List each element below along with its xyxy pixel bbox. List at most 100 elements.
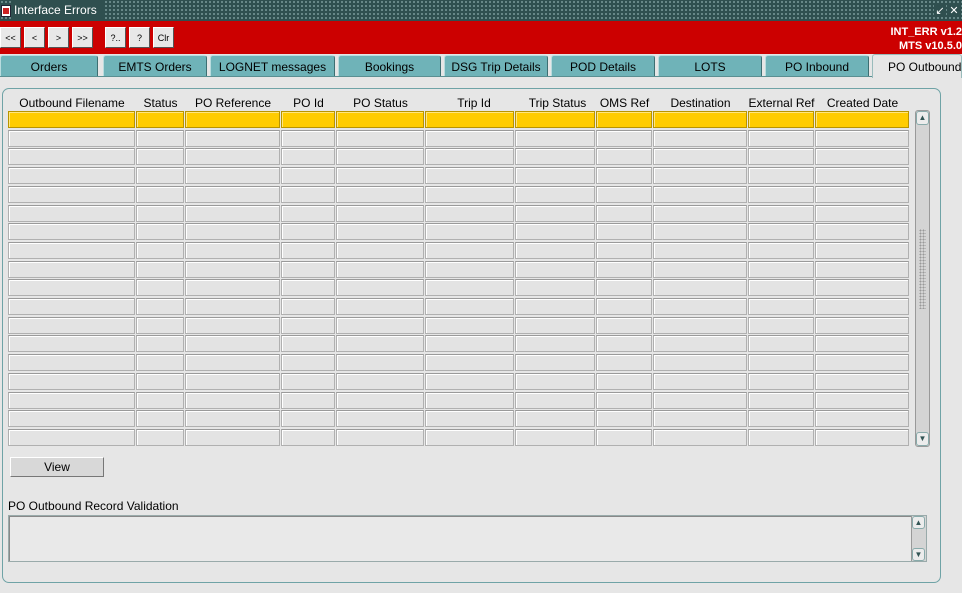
table-cell[interactable] [8,298,135,315]
validation-scroll-up-icon[interactable]: ▲ [912,516,925,529]
table-cell[interactable] [515,279,595,296]
first-record-button[interactable]: << [0,27,21,48]
table-cell[interactable] [281,205,335,222]
table-cell[interactable] [281,279,335,296]
table-cell[interactable] [136,335,184,352]
table-cell[interactable] [515,429,595,446]
table-cell[interactable] [281,130,335,147]
table-cell[interactable] [653,373,747,390]
table-cell[interactable] [596,242,652,259]
table-cell[interactable] [425,335,514,352]
table-cell[interactable] [596,167,652,184]
table-cell[interactable] [136,298,184,315]
table-cell[interactable] [815,167,909,184]
table-cell[interactable] [815,111,909,128]
table-cell[interactable] [425,167,514,184]
table-cell[interactable] [815,392,909,409]
table-cell[interactable] [185,242,280,259]
table-cell[interactable] [748,111,814,128]
table-cell[interactable] [815,298,909,315]
table-cell[interactable] [136,279,184,296]
table-cell[interactable] [8,205,135,222]
table-cell[interactable] [748,429,814,446]
table-cell[interactable] [136,167,184,184]
table-cell[interactable] [596,373,652,390]
table-cell[interactable] [185,354,280,371]
table-cell[interactable] [136,354,184,371]
table-cell[interactable] [185,223,280,240]
table-cell[interactable] [336,373,424,390]
table-cell[interactable] [185,298,280,315]
table-cell[interactable] [748,317,814,334]
table-cell[interactable] [185,111,280,128]
close-icon[interactable]: ✕ [948,4,960,17]
previous-record-button[interactable]: < [24,27,45,48]
table-cell[interactable] [8,354,135,371]
table-cell[interactable] [8,242,135,259]
tab-dsg-trip-details[interactable]: DSG Trip Details [444,55,548,77]
table-cell[interactable] [336,298,424,315]
table-cell[interactable] [596,279,652,296]
table-cell[interactable] [748,186,814,203]
table-cell[interactable] [281,373,335,390]
table-cell[interactable] [653,223,747,240]
table-cell[interactable] [515,317,595,334]
table-cell[interactable] [596,429,652,446]
table-cell[interactable] [281,148,335,165]
table-cell[interactable] [281,317,335,334]
table-cell[interactable] [185,317,280,334]
table-cell[interactable] [653,242,747,259]
table-cell[interactable] [815,186,909,203]
scroll-up-icon[interactable]: ▲ [916,111,929,125]
table-cell[interactable] [281,335,335,352]
table-cell[interactable] [653,205,747,222]
table-cell[interactable] [8,186,135,203]
table-cell[interactable] [596,354,652,371]
table-cell[interactable] [336,429,424,446]
tab-lots[interactable]: LOTS [658,55,762,77]
table-cell[interactable] [596,392,652,409]
table-cell[interactable] [748,354,814,371]
table-cell[interactable] [815,205,909,222]
table-cell[interactable] [425,429,514,446]
table-cell[interactable] [336,148,424,165]
table-cell[interactable] [185,429,280,446]
table-cell[interactable] [515,130,595,147]
validation-text-area[interactable] [8,515,927,562]
table-cell[interactable] [8,148,135,165]
table-cell[interactable] [336,130,424,147]
table-cell[interactable] [336,223,424,240]
table-cell[interactable] [185,148,280,165]
grid-scrollbar[interactable]: ▲ ▼ [915,110,930,447]
enter-query-button[interactable]: ?.. [105,27,126,48]
table-cell[interactable] [815,354,909,371]
scrollbar-thumb-grip[interactable] [919,229,926,309]
table-cell[interactable] [281,167,335,184]
table-cell[interactable] [336,392,424,409]
table-cell[interactable] [653,392,747,409]
table-cell[interactable] [425,223,514,240]
tab-orders[interactable]: Orders [0,55,98,77]
table-cell[interactable] [515,298,595,315]
table-cell[interactable] [515,148,595,165]
table-cell[interactable] [136,429,184,446]
table-cell[interactable] [281,354,335,371]
table-cell[interactable] [8,261,135,278]
tab-po-outbound[interactable]: PO Outbound [872,54,962,78]
table-cell[interactable] [8,130,135,147]
table-cell[interactable] [425,373,514,390]
table-cell[interactable] [653,167,747,184]
table-cell[interactable] [515,392,595,409]
table-cell[interactable] [425,111,514,128]
execute-query-button[interactable]: ? [129,27,150,48]
table-cell[interactable] [653,317,747,334]
table-cell[interactable] [336,279,424,296]
table-cell[interactable] [596,148,652,165]
table-cell[interactable] [515,354,595,371]
table-cell[interactable] [748,298,814,315]
table-cell[interactable] [748,223,814,240]
minimize-icon[interactable]: ↙ [934,4,946,17]
table-cell[interactable] [185,392,280,409]
table-cell[interactable] [336,205,424,222]
table-cell[interactable] [653,111,747,128]
